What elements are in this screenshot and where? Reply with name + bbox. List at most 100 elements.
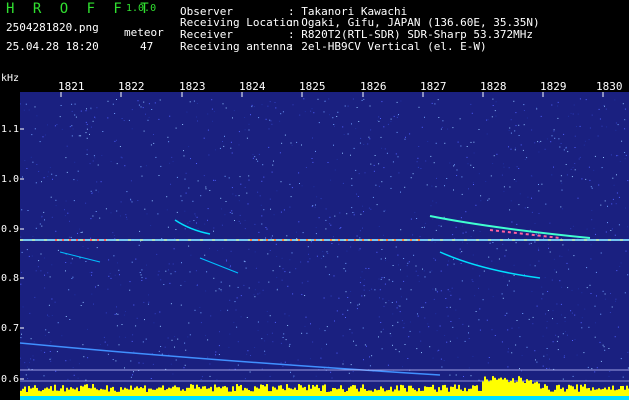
- noise-dot: [291, 187, 293, 189]
- noise-dot: [397, 305, 399, 307]
- noise-dot: [395, 153, 397, 155]
- noise-dot: [376, 251, 378, 253]
- noise-dot: [524, 159, 526, 160]
- noise-dot: [89, 133, 90, 135]
- noise-dot: [41, 225, 43, 227]
- noise-dot: [50, 357, 52, 359]
- noise-dot: [131, 128, 133, 130]
- noise-dot: [195, 215, 196, 217]
- noise-dot: [492, 242, 494, 243]
- noise-dot: [78, 363, 80, 365]
- noise-dot: [342, 363, 344, 365]
- noise-dot: [584, 140, 586, 142]
- noise-dot: [479, 329, 481, 331]
- noise-dot: [611, 203, 613, 205]
- noise-dot: [417, 313, 418, 315]
- noise-dot: [43, 257, 45, 259]
- noise-dot: [515, 180, 517, 182]
- noise-dot: [440, 270, 442, 272]
- noise-dot: [425, 160, 427, 162]
- noise-dot: [390, 335, 392, 337]
- noise-dot: [561, 256, 563, 258]
- noise-dot: [35, 227, 37, 229]
- noise-dot: [527, 207, 529, 208]
- noise-dot: [291, 144, 293, 146]
- noise-dot: [453, 189, 454, 191]
- noise-dot: [204, 223, 206, 225]
- noise-dot: [577, 288, 579, 290]
- noise-dot: [615, 300, 616, 302]
- noise-dot: [158, 175, 160, 176]
- noise-dot: [65, 316, 67, 317]
- noise-dot: [600, 252, 602, 254]
- noise-dot: [486, 133, 488, 135]
- noise-dot: [216, 379, 218, 381]
- noise-dot: [189, 101, 191, 103]
- noise-dot: [39, 223, 41, 225]
- noise-dot: [605, 108, 607, 110]
- noise-dot: [108, 275, 110, 277]
- noise-dot: [563, 356, 565, 358]
- noise-dot: [121, 157, 123, 159]
- noise-dot: [551, 104, 553, 106]
- noise-dot: [185, 349, 187, 351]
- noise-dot: [323, 297, 325, 299]
- noise-dot: [323, 255, 325, 257]
- noise-dot: [113, 235, 115, 236]
- noise-dot: [616, 174, 617, 176]
- noise-dot: [535, 233, 537, 235]
- noise-dot: [381, 147, 383, 149]
- noise-dot: [207, 208, 209, 210]
- noise-dot: [509, 127, 511, 129]
- noise-dot: [170, 303, 172, 305]
- noise-dot: [589, 127, 591, 129]
- noise-dot: [421, 352, 422, 354]
- noise-dot: [188, 146, 190, 148]
- noise-dot: [211, 108, 213, 110]
- noise-dot: [237, 286, 239, 288]
- noise-dot: [81, 231, 83, 233]
- noise-dot: [244, 219, 246, 221]
- noise-dot: [284, 361, 286, 363]
- noise-dot: [266, 334, 268, 336]
- noise-dot: [307, 280, 309, 282]
- noise-dot: [568, 268, 570, 270]
- noise-dot: [160, 346, 162, 347]
- noise-dot: [526, 117, 528, 119]
- noise-dot: [456, 337, 458, 339]
- noise-dot: [40, 270, 42, 272]
- noise-dot: [189, 220, 191, 222]
- noise-dot: [459, 298, 461, 300]
- noise-dot: [590, 259, 592, 260]
- noise-dot: [273, 214, 275, 216]
- noise-dot: [154, 102, 156, 104]
- noise-dot: [581, 178, 583, 180]
- noise-dot: [595, 233, 596, 235]
- noise-dot: [561, 314, 562, 316]
- noise-dot: [473, 230, 475, 232]
- noise-dot: [227, 309, 229, 311]
- noise-dot: [351, 178, 353, 180]
- noise-dot: [378, 163, 380, 165]
- noise-dot: [28, 255, 30, 257]
- noise-dot: [222, 141, 223, 142]
- noise-dot: [210, 315, 212, 317]
- noise-dot: [383, 234, 384, 236]
- noise-dot: [248, 129, 250, 131]
- noise-dot: [363, 279, 365, 281]
- noise-dot: [237, 364, 239, 366]
- noise-dot: [322, 251, 324, 253]
- noise-dot: [444, 142, 446, 144]
- noise-dot: [586, 267, 588, 269]
- noise-dot: [103, 336, 105, 338]
- noise-dot: [537, 247, 539, 249]
- noise-dot: [483, 270, 485, 272]
- noise-dot: [104, 341, 106, 343]
- noise-dot: [65, 270, 66, 272]
- noise-dot: [410, 218, 412, 220]
- noise-dot: [472, 268, 474, 270]
- noise-dot: [281, 257, 283, 259]
- noise-dot: [416, 218, 418, 219]
- noise-dot: [324, 100, 326, 102]
- noise-dot: [153, 322, 155, 324]
